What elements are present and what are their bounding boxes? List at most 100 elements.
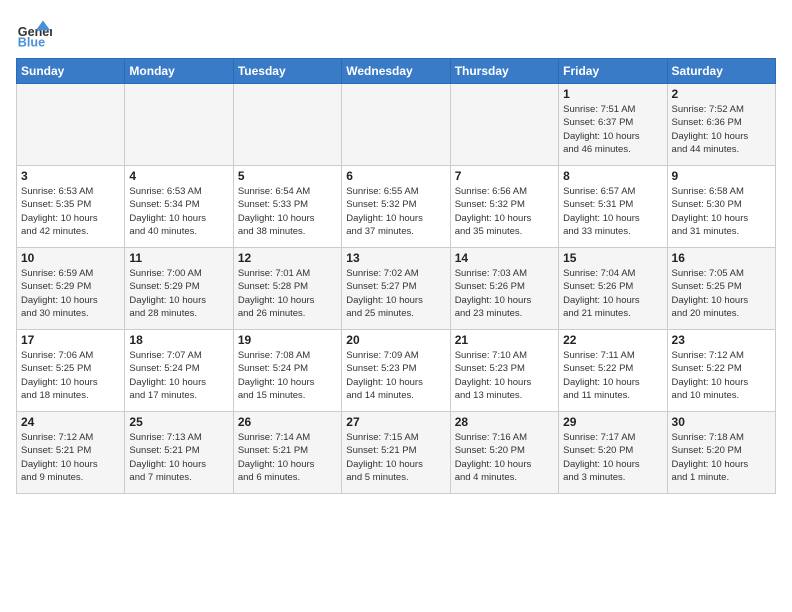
day-number: 25 (129, 415, 228, 429)
calendar-cell: 28 Sunrise: 7:16 AMSunset: 5:20 PMDayligh… (450, 412, 558, 494)
day-info: Sunrise: 6:54 AMSunset: 5:33 PMDaylight:… (238, 185, 337, 238)
day-number: 13 (346, 251, 445, 265)
day-number: 16 (672, 251, 771, 265)
calendar-week-2: 10 Sunrise: 6:59 AMSunset: 5:29 PMDayligh… (17, 248, 776, 330)
calendar-cell: 3Sunrise: 6:53 AMSunset: 5:35 PMDaylight… (17, 166, 125, 248)
calendar-cell: 18 Sunrise: 7:07 AMSunset: 5:24 PMDayligh… (125, 330, 233, 412)
day-info: Sunrise: 6:56 AMSunset: 5:32 PMDaylight:… (455, 185, 554, 238)
calendar-header-thursday: Thursday (450, 59, 558, 84)
day-number: 18 (129, 333, 228, 347)
calendar-header-friday: Friday (559, 59, 667, 84)
day-info: Sunrise: 7:17 AMSunset: 5:20 PMDaylight:… (563, 431, 662, 484)
day-info: Sunrise: 7:02 AMSunset: 5:27 PMDaylight:… (346, 267, 445, 320)
day-info: Sunrise: 7:04 AMSunset: 5:26 PMDaylight:… (563, 267, 662, 320)
calendar-header-monday: Monday (125, 59, 233, 84)
day-info: Sunrise: 7:05 AMSunset: 5:25 PMDaylight:… (672, 267, 771, 320)
svg-text:Blue: Blue (18, 36, 45, 50)
day-number: 11 (129, 251, 228, 265)
day-info: Sunrise: 6:57 AMSunset: 5:31 PMDaylight:… (563, 185, 662, 238)
calendar-cell: 25 Sunrise: 7:13 AMSunset: 5:21 PMDayligh… (125, 412, 233, 494)
calendar-cell: 22 Sunrise: 7:11 AMSunset: 5:22 PMDayligh… (559, 330, 667, 412)
calendar-cell (342, 84, 450, 166)
day-info: Sunrise: 6:58 AMSunset: 5:30 PMDaylight:… (672, 185, 771, 238)
day-number: 27 (346, 415, 445, 429)
day-number: 10 (21, 251, 120, 265)
calendar-cell: 6 Sunrise: 6:55 AMSunset: 5:32 PMDaylight… (342, 166, 450, 248)
day-number: 8 (563, 169, 662, 183)
day-number: 6 (346, 169, 445, 183)
calendar-cell (17, 84, 125, 166)
day-info: Sunrise: 7:06 AMSunset: 5:25 PMDaylight:… (21, 349, 120, 402)
calendar-cell: 11Sunrise: 7:00 AMSunset: 5:29 PMDayligh… (125, 248, 233, 330)
calendar-cell: 17 Sunrise: 7:06 AMSunset: 5:25 PMDayligh… (17, 330, 125, 412)
calendar-cell: 20Sunrise: 7:09 AMSunset: 5:23 PMDayligh… (342, 330, 450, 412)
header: General Blue (16, 12, 776, 52)
day-info: Sunrise: 7:11 AMSunset: 5:22 PMDaylight:… (563, 349, 662, 402)
calendar-week-1: 3Sunrise: 6:53 AMSunset: 5:35 PMDaylight… (17, 166, 776, 248)
calendar-cell: 24Sunrise: 7:12 AMSunset: 5:21 PMDayligh… (17, 412, 125, 494)
calendar-cell: 7 Sunrise: 6:56 AMSunset: 5:32 PMDaylight… (450, 166, 558, 248)
day-number: 22 (563, 333, 662, 347)
calendar-week-0: 1Sunrise: 7:51 AMSunset: 6:37 PMDaylight… (17, 84, 776, 166)
calendar-cell: 4Sunrise: 6:53 AMSunset: 5:34 PMDaylight… (125, 166, 233, 248)
calendar-cell: 14 Sunrise: 7:03 AMSunset: 5:26 PMDayligh… (450, 248, 558, 330)
day-number: 9 (672, 169, 771, 183)
calendar-cell: 1Sunrise: 7:51 AMSunset: 6:37 PMDaylight… (559, 84, 667, 166)
day-info: Sunrise: 7:12 AMSunset: 5:22 PMDaylight:… (672, 349, 771, 402)
day-info: Sunrise: 7:52 AMSunset: 6:36 PMDaylight:… (672, 103, 771, 156)
day-number: 17 (21, 333, 120, 347)
day-info: Sunrise: 7:10 AMSunset: 5:23 PMDaylight:… (455, 349, 554, 402)
calendar-cell: 16 Sunrise: 7:05 AMSunset: 5:25 PMDayligh… (667, 248, 775, 330)
calendar-cell: 27 Sunrise: 7:15 AMSunset: 5:21 PMDayligh… (342, 412, 450, 494)
calendar-cell: 15Sunrise: 7:04 AMSunset: 5:26 PMDayligh… (559, 248, 667, 330)
calendar-header-saturday: Saturday (667, 59, 775, 84)
calendar-cell: 5 Sunrise: 6:54 AMSunset: 5:33 PMDaylight… (233, 166, 341, 248)
calendar-cell (233, 84, 341, 166)
day-number: 23 (672, 333, 771, 347)
day-info: Sunrise: 7:07 AMSunset: 5:24 PMDaylight:… (129, 349, 228, 402)
day-info: Sunrise: 7:51 AMSunset: 6:37 PMDaylight:… (563, 103, 662, 156)
calendar-cell: 30Sunrise: 7:18 AMSunset: 5:20 PMDayligh… (667, 412, 775, 494)
day-number: 19 (238, 333, 337, 347)
day-number: 2 (672, 87, 771, 101)
calendar-cell (450, 84, 558, 166)
day-info: Sunrise: 7:03 AMSunset: 5:26 PMDaylight:… (455, 267, 554, 320)
day-info: Sunrise: 7:15 AMSunset: 5:21 PMDaylight:… (346, 431, 445, 484)
calendar-cell: 9 Sunrise: 6:58 AMSunset: 5:30 PMDaylight… (667, 166, 775, 248)
logo: General Blue (16, 16, 56, 52)
day-info: Sunrise: 7:09 AMSunset: 5:23 PMDaylight:… (346, 349, 445, 402)
day-info: Sunrise: 7:13 AMSunset: 5:21 PMDaylight:… (129, 431, 228, 484)
calendar-header-row: SundayMondayTuesdayWednesdayThursdayFrid… (17, 59, 776, 84)
day-number: 26 (238, 415, 337, 429)
calendar-week-4: 24Sunrise: 7:12 AMSunset: 5:21 PMDayligh… (17, 412, 776, 494)
calendar-header-wednesday: Wednesday (342, 59, 450, 84)
calendar-cell: 12 Sunrise: 7:01 AMSunset: 5:28 PMDayligh… (233, 248, 341, 330)
day-number: 28 (455, 415, 554, 429)
calendar-cell: 10 Sunrise: 6:59 AMSunset: 5:29 PMDayligh… (17, 248, 125, 330)
day-number: 7 (455, 169, 554, 183)
calendar-cell: 29 Sunrise: 7:17 AMSunset: 5:20 PMDayligh… (559, 412, 667, 494)
day-info: Sunrise: 7:08 AMSunset: 5:24 PMDaylight:… (238, 349, 337, 402)
calendar-cell: 8 Sunrise: 6:57 AMSunset: 5:31 PMDaylight… (559, 166, 667, 248)
calendar-cell: 13 Sunrise: 7:02 AMSunset: 5:27 PMDayligh… (342, 248, 450, 330)
day-number: 5 (238, 169, 337, 183)
day-info: Sunrise: 7:16 AMSunset: 5:20 PMDaylight:… (455, 431, 554, 484)
day-info: Sunrise: 7:14 AMSunset: 5:21 PMDaylight:… (238, 431, 337, 484)
calendar-header-tuesday: Tuesday (233, 59, 341, 84)
day-number: 29 (563, 415, 662, 429)
day-info: Sunrise: 7:12 AMSunset: 5:21 PMDaylight:… (21, 431, 120, 484)
day-info: Sunrise: 6:59 AMSunset: 5:29 PMDaylight:… (21, 267, 120, 320)
day-info: Sunrise: 6:55 AMSunset: 5:32 PMDaylight:… (346, 185, 445, 238)
calendar-cell: 23 Sunrise: 7:12 AMSunset: 5:22 PMDayligh… (667, 330, 775, 412)
day-number: 14 (455, 251, 554, 265)
calendar-header-sunday: Sunday (17, 59, 125, 84)
day-info: Sunrise: 7:01 AMSunset: 5:28 PMDaylight:… (238, 267, 337, 320)
day-info: Sunrise: 7:18 AMSunset: 5:20 PMDaylight:… (672, 431, 771, 484)
page: General Blue SundayMondayTuesdayWednesda… (0, 0, 792, 502)
calendar-week-3: 17 Sunrise: 7:06 AMSunset: 5:25 PMDayligh… (17, 330, 776, 412)
day-number: 21 (455, 333, 554, 347)
calendar: SundayMondayTuesdayWednesdayThursdayFrid… (16, 58, 776, 494)
day-number: 12 (238, 251, 337, 265)
day-info: Sunrise: 6:53 AMSunset: 5:34 PMDaylight:… (129, 185, 228, 238)
logo-icon: General Blue (16, 16, 52, 52)
